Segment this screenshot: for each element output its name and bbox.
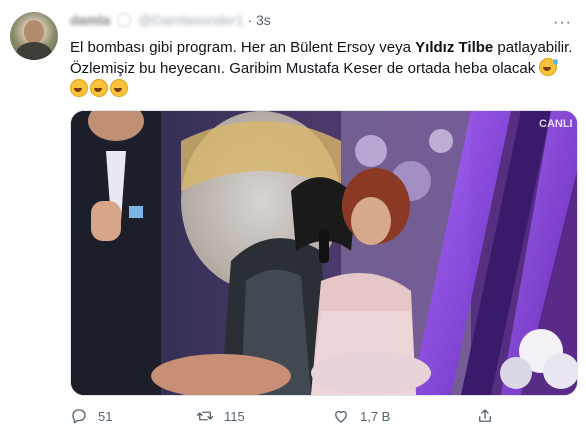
share-button[interactable] [476, 404, 494, 428]
reply-count: 51 [98, 408, 113, 424]
tweet-text-part1: El bombası gibi program. Her an Bülent E… [70, 39, 416, 56]
joy-emoji-icon [70, 79, 88, 97]
tweet-text: El bombası gibi program. Her an Bülent E… [70, 38, 576, 100]
retweet-count: 115 [224, 408, 245, 424]
badge-icon [117, 13, 132, 27]
retweet-icon [196, 411, 214, 421]
separator: · [247, 12, 253, 28]
heart-icon [335, 410, 347, 423]
media-watermark: CANLI [539, 118, 573, 130]
retweet-button[interactable]: 115 [196, 404, 245, 428]
more-options-icon[interactable]: ··· [553, 14, 572, 32]
avatar[interactable] [10, 12, 58, 60]
sweat-smile-emoji-icon [539, 58, 559, 76]
reply-icon [72, 409, 86, 424]
avatar-face [24, 20, 44, 44]
tweet-text-bold: Yıldız Tilbe [415, 39, 494, 56]
joy-emoji-icon [110, 79, 128, 97]
reply-button[interactable]: 51 [70, 404, 112, 428]
tweet-card[interactable]: damla @Damlasonder1 · 3s ··· El bombası … [0, 0, 586, 436]
share-icon [479, 409, 491, 422]
joy-emoji-icon [90, 79, 108, 97]
avatar-shoulders [16, 42, 52, 60]
tweet-header: damla @Damlasonder1 · 3s [70, 12, 271, 28]
tweet-text-part2: patlayabilir. [493, 39, 573, 56]
media-image: CANLI [71, 111, 577, 395]
tweet-text-line2: Özlemişiz bu heyecanı. Garibim Mustafa K… [70, 60, 540, 77]
tweet-time[interactable]: 3s [256, 12, 271, 28]
author-handle[interactable]: @Damlasonder1 [138, 12, 243, 28]
like-count: 1,7 B [360, 408, 391, 424]
tweet-actions: 51 115 1,7 B [70, 404, 576, 428]
author-name[interactable]: damla [70, 12, 110, 28]
like-button[interactable]: 1,7 B [332, 404, 390, 428]
tweet-media-photo[interactable]: CANLI [70, 110, 578, 396]
